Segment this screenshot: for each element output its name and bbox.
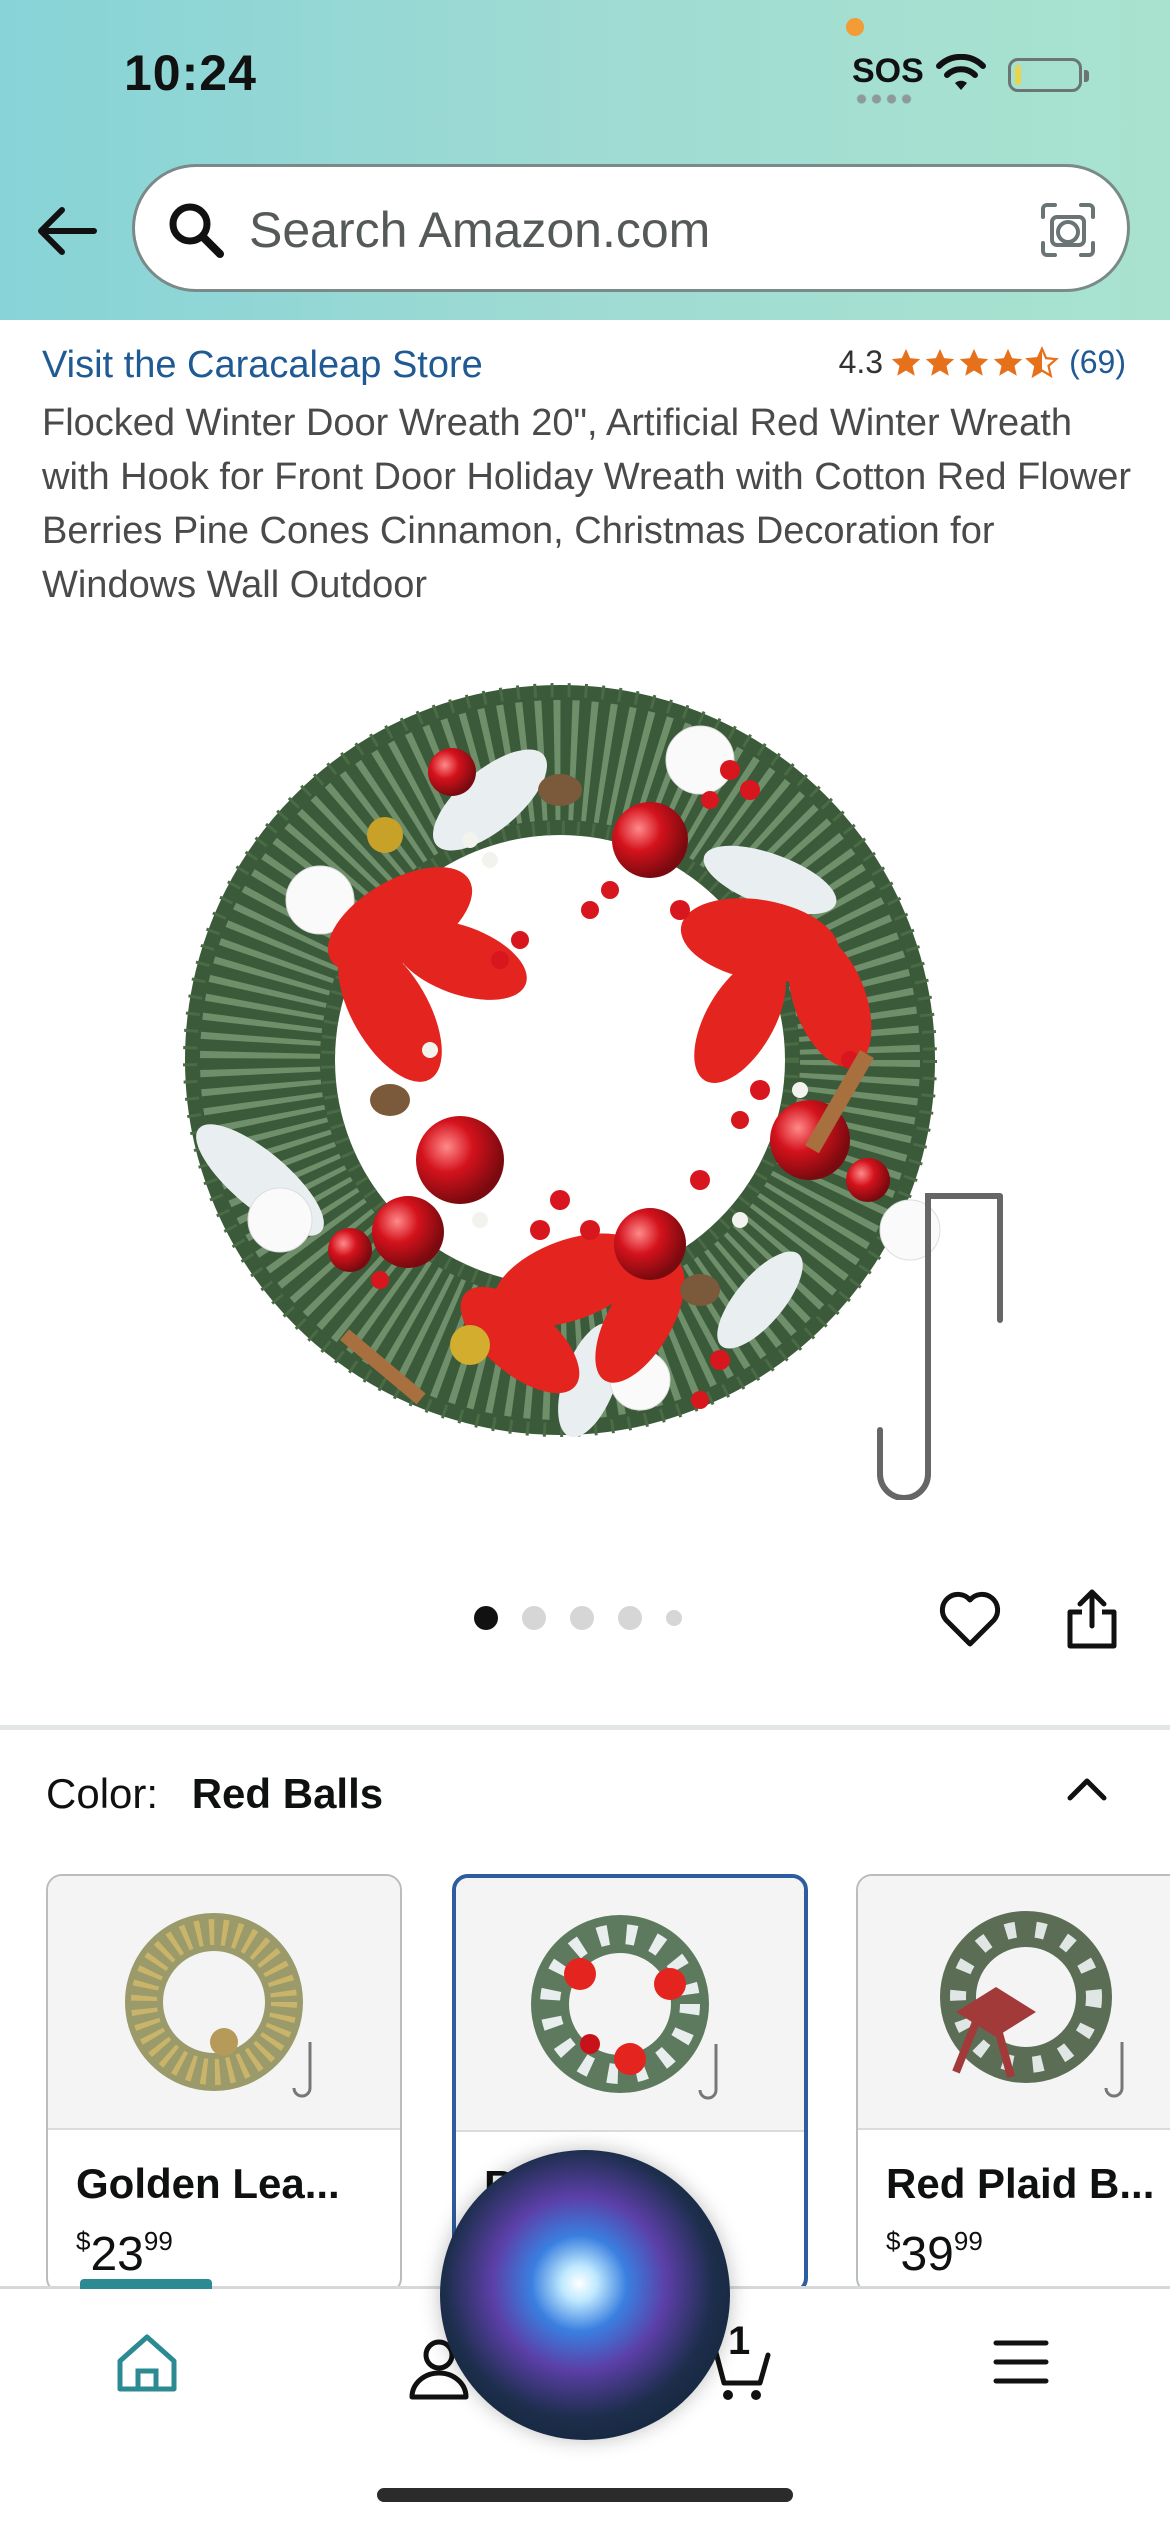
app-header: 10:24 SOS [0,0,1170,320]
rating-stars [889,345,1059,380]
selected-color-value: Red Balls [191,1770,384,1817]
pagination-dot-5[interactable] [666,1610,682,1626]
product-title: Flocked Winter Door Wreath 20", Artifici… [42,402,1132,606]
back-arrow-icon[interactable] [32,196,102,266]
star-icon [925,348,955,376]
cart-count-badge: 1 [728,2319,751,2363]
rating-value: 4.3 [838,344,884,380]
heart-icon[interactable] [938,1590,1002,1650]
swatch-image [48,1876,400,2130]
swatch-name: Golden Lea... [76,2160,340,2207]
wreath-thumbnail [531,1915,718,2100]
color-option-golden-leaves[interactable]: Golden Lea... $2399 [46,1874,402,2294]
status-time: 10:24 [124,45,257,101]
sos-indicator: SOS [852,52,924,90]
color-selector-header: Color: Red Balls [46,1770,383,1818]
star-icon [891,348,921,376]
search-bar[interactable] [132,164,1130,292]
chevron-up-icon[interactable] [1062,1768,1112,1808]
swatch-price: $3999 [886,2226,983,2281]
battery-icon [1008,58,1089,92]
star-icon [993,348,1023,376]
swatch-price: $2399 [76,2226,173,2281]
half-star-icon [1025,345,1059,378]
rating-summary[interactable]: 4.3 (69) [839,344,1126,381]
image-pagination-dots[interactable] [474,1606,682,1630]
wreath-thumbnail [940,1911,1124,2098]
signal-dots-icon [854,94,914,104]
swatch-image [858,1876,1170,2130]
search-input[interactable] [247,187,1031,273]
hamburger-menu-icon[interactable] [992,2337,1050,2387]
product-image[interactable] [140,620,1020,1500]
share-icon[interactable] [1062,1586,1122,1652]
siri-orb-icon [440,2150,730,2440]
swatch-image [456,1878,804,2132]
star-icon [959,348,989,376]
pagination-dot-4[interactable] [618,1606,642,1630]
home-indicator-bar[interactable] [377,2488,793,2502]
home-icon[interactable] [112,2331,182,2397]
rating-count-link[interactable]: (69) [1069,344,1126,381]
color-label: Color: [46,1770,159,1817]
wreath-thumbnail [125,1913,312,2098]
visit-store-link[interactable]: Visit the Caracaleap Store [42,344,483,387]
section-divider [0,1725,1170,1730]
search-icon [169,203,224,258]
wifi-icon [936,54,986,90]
color-option-red-plaid-bow[interactable]: Red Plaid B... $3999 [856,1874,1170,2294]
active-tab-indicator [80,2279,212,2289]
swatch-name: Red Plaid B... [886,2160,1155,2207]
microphone-indicator-icon [846,18,864,36]
camera-lens-icon[interactable] [1039,201,1097,259]
pagination-dot-3[interactable] [570,1606,594,1630]
pagination-dot-2[interactable] [522,1606,546,1630]
pagination-dot-1[interactable] [474,1606,498,1630]
